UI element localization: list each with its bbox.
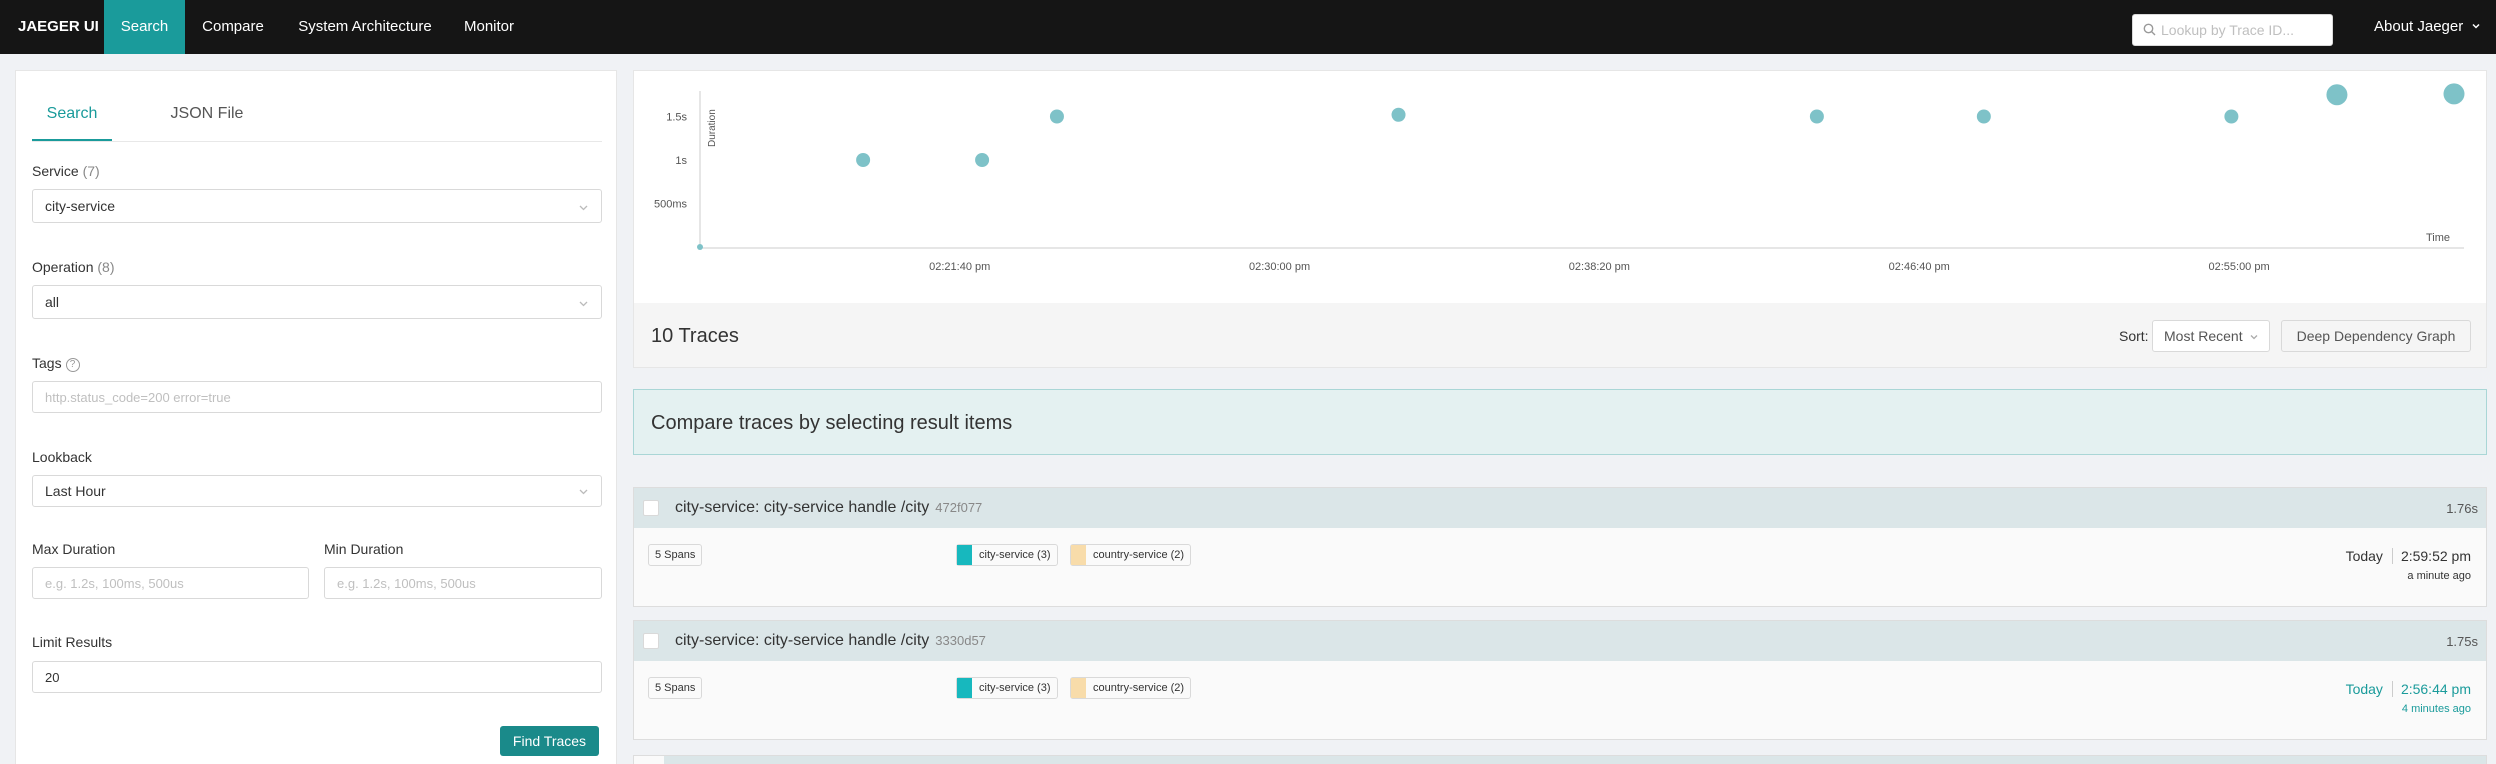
trace-relative-time: 4 minutes ago: [2401, 703, 2471, 715]
chevron-down-icon: [2472, 23, 2480, 29]
deep-dependency-graph-button[interactable]: Deep Dependency Graph: [2281, 320, 2471, 352]
compare-text: Compare traces by selecting result items: [651, 412, 1013, 434]
service-color-swatch: [1071, 545, 1086, 565]
x-tick-label: 02:30:00 pm: [1249, 261, 1310, 273]
tags-input[interactable]: [32, 381, 602, 413]
trace-relative-time: a minute ago: [2407, 570, 2471, 582]
lookback-select[interactable]: Last Hour: [32, 475, 602, 507]
trace-point: [2224, 109, 2239, 124]
span-count-tag: 5 Spans: [648, 677, 703, 699]
nav-search[interactable]: Search: [104, 0, 185, 54]
trace-select-checkbox[interactable]: [643, 633, 659, 649]
trace-result-item[interactable]: city-service: city-service handle /city 3…: [633, 620, 2487, 740]
trace-result-item[interactable]: city-service: city-service handle /city 4…: [633, 487, 2487, 607]
tags-label: Tags?: [32, 355, 80, 372]
nav-monitor[interactable]: Monitor: [456, 0, 522, 54]
x-tick-label: 02:38:20 pm: [1569, 261, 1630, 273]
x-tick-label: 02:55:00 pm: [2208, 261, 2269, 273]
chevron-down-icon: [579, 301, 588, 307]
nav-system-architecture[interactable]: System Architecture: [290, 0, 440, 54]
operation-label: Operation (8): [32, 259, 115, 275]
trace-id: 3330d57: [935, 633, 986, 648]
y-tick-label: 500ms: [654, 199, 688, 211]
service-label: Service (7): [32, 163, 100, 179]
tab-divider: [32, 141, 602, 142]
sort-label: Sort:: [2119, 328, 2149, 344]
sort-select[interactable]: Most Recent: [2152, 320, 2270, 352]
tab-json-file[interactable]: JSON File: [154, 105, 260, 141]
tab-search[interactable]: Search: [32, 105, 112, 141]
max-duration-input[interactable]: [32, 567, 309, 599]
help-icon[interactable]: ?: [65, 358, 80, 372]
search-panel: Search JSON File Service (7) city-servic…: [15, 70, 617, 764]
chevron-down-icon: [2250, 335, 2258, 340]
compare-banner: Compare traces by selecting result items: [633, 389, 2487, 455]
lookback-value: Last Hour: [45, 483, 106, 499]
trace-result-item[interactable]: [633, 755, 2487, 764]
service-color-swatch: [957, 545, 972, 565]
traces-count: 10 Traces: [651, 325, 739, 347]
trace-header[interactable]: city-service: city-service handle /city 4…: [634, 488, 2486, 528]
trace-header[interactable]: city-service: city-service handle /city 3…: [634, 621, 2486, 661]
search-icon: [2143, 23, 2156, 36]
trace-point: [1391, 107, 1406, 122]
trace-start-time: Today 2:59:52 pm: [2345, 548, 2471, 564]
service-color-swatch: [957, 678, 972, 698]
service-tag: city-service (3): [956, 544, 1058, 566]
chevron-down-icon: [579, 489, 588, 495]
trace-point: [697, 244, 703, 250]
service-tag: country-service (2): [1070, 544, 1192, 566]
limit-results-label: Limit Results: [32, 634, 113, 650]
sort-value: Most Recent: [2164, 328, 2243, 344]
min-duration-input[interactable]: [324, 567, 602, 599]
operation-select[interactable]: all: [32, 285, 602, 319]
trace-duration-chart: 500ms 1s 1.5s 02:21:40 pm 02:30:00 pm 02:38:2…: [633, 70, 2487, 304]
lookback-label: Lookback: [32, 449, 92, 465]
about-jaeger-menu[interactable]: About Jaeger: [2374, 0, 2481, 54]
operation-value: all: [45, 294, 60, 310]
limit-results-input[interactable]: [32, 661, 602, 693]
trace-point: [2326, 84, 2348, 106]
service-color-swatch: [1071, 678, 1086, 698]
service-select[interactable]: city-service: [32, 189, 602, 223]
trace-point: [1809, 109, 1824, 124]
trace-lookup: [2132, 14, 2333, 46]
chevron-down-icon: [579, 205, 588, 211]
service-value: city-service: [45, 198, 116, 214]
x-tick-label: 02:46:40 pm: [1889, 261, 1950, 273]
trace-title[interactable]: city-service: city-service handle /city 3…: [675, 632, 986, 650]
trace-point: [1976, 109, 1991, 124]
trace-duration: 1.76s: [2446, 501, 2478, 516]
x-tick-label: 02:21:40 pm: [929, 261, 990, 273]
min-duration-label: Min Duration: [324, 541, 404, 557]
y-tick-label: 1.5s: [666, 112, 687, 124]
y-axis-label: Duration: [707, 109, 718, 147]
x-axis-label: Time: [2426, 232, 2450, 244]
trace-start-time: Today 2:56:44 pm: [2345, 681, 2471, 697]
scatter-plot: 500ms 1s 1.5s 02:21:40 pm 02:30:00 pm 02:38:2…: [654, 83, 2465, 273]
trace-select-checkbox[interactable]: [643, 500, 659, 516]
nav-compare[interactable]: Compare: [193, 0, 273, 54]
trace-title[interactable]: city-service: city-service handle /city 4…: [675, 499, 982, 517]
max-duration-label: Max Duration: [32, 541, 116, 557]
trace-point: [975, 153, 990, 167]
find-traces-button[interactable]: Find Traces: [500, 726, 599, 756]
trace-point: [856, 153, 871, 167]
trace-duration: 1.75s: [2446, 634, 2478, 649]
span-count-tag: 5 Spans: [648, 544, 703, 566]
brand-logo[interactable]: JAEGER UI: [18, 0, 99, 54]
top-nav: JAEGER UI Search Compare System Architec…: [0, 0, 2496, 54]
results-header: 10 Traces Sort: Most Recent Deep Depende…: [633, 303, 2487, 368]
about-label: About Jaeger: [2374, 18, 2464, 35]
trace-point: [2443, 83, 2465, 105]
trace-header[interactable]: [664, 756, 2486, 764]
service-tag: city-service (3): [956, 677, 1058, 699]
service-tag: country-service (2): [1070, 677, 1192, 699]
trace-id-input[interactable]: [2161, 16, 2329, 44]
trace-id: 472f077: [935, 500, 983, 515]
trace-point: [1049, 109, 1064, 124]
y-tick-label: 1s: [675, 155, 687, 167]
